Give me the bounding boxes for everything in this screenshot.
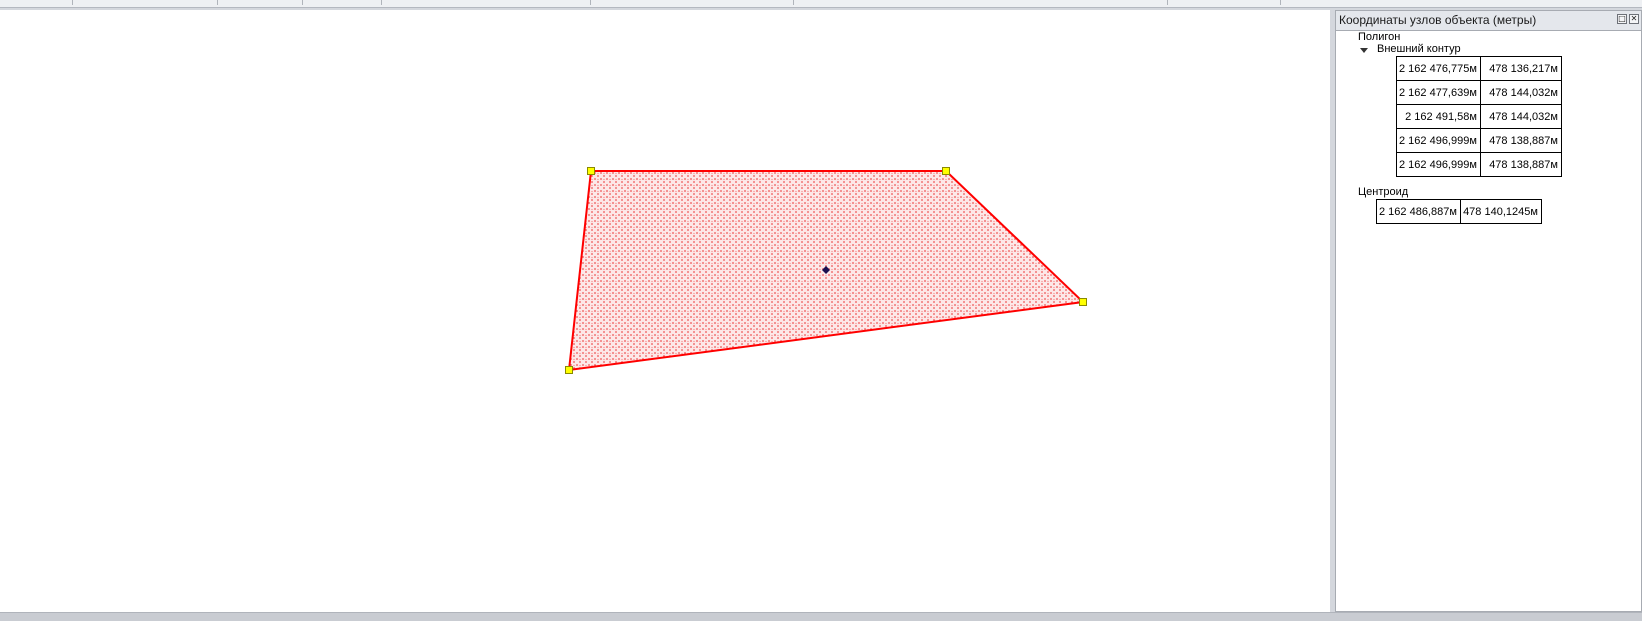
centroid-y-cell[interactable]: 478 140,1245м [1459, 199, 1542, 224]
top-toolbar-strip [0, 0, 1642, 8]
coord-y-cell[interactable]: 478 136,217м [1479, 56, 1562, 81]
coord-x-cell[interactable]: 2 162 496,999м [1396, 128, 1481, 153]
vertex-handle-icon[interactable] [1079, 298, 1087, 306]
vertex-handle-icon[interactable] [942, 167, 950, 175]
coord-y-cell[interactable]: 478 138,887м [1479, 152, 1562, 177]
coord-x-cell[interactable]: 2 162 476,775м [1396, 56, 1481, 81]
centroid-table: 2 162 486,887м 478 140,1245м [1376, 199, 1542, 224]
coord-y-cell[interactable]: 478 144,032м [1479, 104, 1562, 129]
coordinates-panel: Координаты узлов объекта (метры) □ ✕ Пол… [1335, 10, 1642, 612]
coord-y-cell[interactable]: 478 144,032м [1479, 80, 1562, 105]
close-icon[interactable]: ✕ [1629, 14, 1639, 24]
table-row: 2 162 476,775м 478 136,217м [1396, 56, 1562, 81]
toolbar-separator [72, 0, 73, 5]
coord-x-cell[interactable]: 2 162 491,58м [1396, 104, 1481, 129]
table-row: 2 162 496,999м 478 138,887м [1396, 128, 1562, 153]
coord-x-cell[interactable]: 2 162 477,639м [1396, 80, 1481, 105]
outer-contour-table: 2 162 476,775м 478 136,217м 2 162 477,63… [1396, 56, 1562, 177]
geometry-type-label: Полигон [1358, 31, 1401, 43]
table-row: 2 162 491,58м 478 144,032м [1396, 104, 1562, 129]
panel-header: Координаты узлов объекта (метры) □ ✕ [1336, 11, 1641, 31]
toolbar-separator [590, 0, 591, 5]
centroid-x-cell[interactable]: 2 162 486,887м [1376, 199, 1461, 224]
toolbar-separator [1167, 0, 1168, 5]
toolbar-separator [302, 0, 303, 5]
vertex-handle-icon[interactable] [565, 366, 573, 374]
coord-y-cell[interactable]: 478 138,887м [1479, 128, 1562, 153]
table-row: 2 162 496,999м 478 138,887м [1396, 152, 1562, 177]
float-window-icon[interactable]: □ [1617, 14, 1627, 24]
map-canvas[interactable] [0, 10, 1330, 612]
vertex-handle-icon[interactable] [587, 167, 595, 175]
map-svg[interactable] [0, 10, 1330, 612]
table-row: 2 162 486,887м 478 140,1245м [1376, 199, 1542, 224]
collapse-arrow-icon[interactable] [1360, 48, 1368, 53]
centroid-label: Центроид [1358, 186, 1409, 198]
table-row: 2 162 477,639м 478 144,032м [1396, 80, 1562, 105]
toolbar-separator [1280, 0, 1281, 5]
coord-x-cell[interactable]: 2 162 496,999м [1396, 152, 1481, 177]
toolbar-separator [793, 0, 794, 5]
toolbar-separator [381, 0, 382, 5]
toolbar-separator [217, 0, 218, 5]
outer-contour-label[interactable]: Внешний контур [1377, 43, 1461, 55]
panel-title: Координаты узлов объекта (метры) [1339, 13, 1537, 27]
